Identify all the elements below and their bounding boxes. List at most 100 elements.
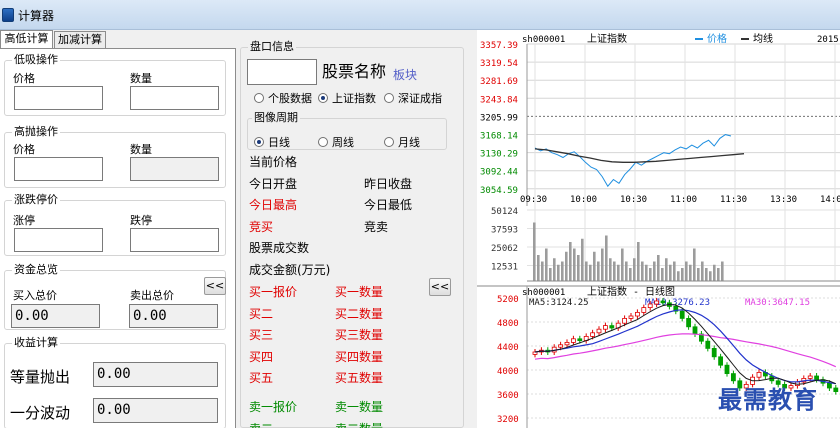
buy-level-price-label: 买四 [249, 349, 274, 364]
ma10-line [534, 309, 836, 385]
volume-bar [717, 268, 720, 281]
buy-level-qty-label: 买二数量 [335, 306, 384, 321]
volume-bar [625, 261, 628, 281]
volume-bar [649, 268, 652, 281]
legend-avg-label: 均线 [753, 32, 773, 45]
low-price-input[interactable] [14, 86, 103, 110]
volume-bar [661, 268, 664, 281]
candle-body [558, 344, 563, 348]
candle-body [634, 311, 640, 317]
price-tick-label: 3130.29 [480, 150, 518, 160]
sell-level-price-label: 卖二 [249, 422, 273, 428]
calculator-window: 计算器 高低计算 加减计算 低吸操作 价格 数量 高抛操作 价格 数量 涨跌停价… [0, 0, 840, 428]
yesterday-close-label: 昨日收盘 [364, 177, 413, 191]
sell-level-qty-label: 卖二数量 [335, 422, 383, 428]
daily-price-tick-label: 5200 [497, 295, 519, 305]
candle-body [826, 382, 832, 389]
legend-price-label: 价格 [707, 32, 727, 45]
candle-body [692, 326, 698, 335]
equal-sell-label: 等量抛出 [10, 368, 71, 386]
ma5-label: MA5:3124.25 [529, 298, 589, 308]
app-icon [2, 8, 14, 22]
quote-info-title: 盘口信息 [248, 40, 296, 54]
low-qty-input[interactable] [130, 86, 219, 110]
profit-calc-title: 收益计算 [12, 336, 60, 350]
volume-bar [693, 248, 696, 281]
volume-bar [581, 238, 584, 281]
volume-bar [653, 261, 656, 281]
volume-bar [577, 255, 580, 281]
time-tick-label: 13:30 [770, 195, 797, 205]
volume-tick-label: 12531 [491, 263, 518, 273]
limit-down-input[interactable] [130, 228, 219, 252]
daily-price-tick-label: 4400 [497, 343, 519, 353]
price-tick-label: 3168.14 [480, 132, 518, 142]
buy-level-price-label: 买五 [249, 371, 274, 385]
high-qty-label: 数量 [130, 143, 152, 156]
volume-bar [613, 261, 616, 281]
volume-bar [573, 248, 576, 281]
buy-level-price-label: 买二 [249, 306, 274, 321]
sector-link[interactable]: 板块 [393, 68, 417, 82]
candle-body [571, 338, 576, 343]
volume-bar [697, 268, 700, 281]
volume-bar [665, 258, 668, 281]
candle-body [679, 310, 685, 319]
chart-panel: sh000001 上证指数 价格 均线 2015 3357.39 3319.54 3281.6… [477, 30, 840, 428]
radio-stock-data[interactable]: 个股数据 [254, 93, 312, 105]
volume-bar [565, 251, 568, 281]
volume-bar [609, 258, 612, 281]
tab-high-low[interactable]: 高低计算 [0, 30, 53, 49]
candle-body [660, 300, 666, 304]
radio-shanghai-index[interactable]: 上证指数 [318, 93, 376, 105]
period-title: 图像周期 [252, 111, 300, 125]
watermark-text: 最需教育 [718, 385, 818, 414]
volume-bar [645, 264, 648, 281]
candle-body [628, 315, 634, 319]
buy-level-qty-label: 买三数量 [335, 328, 384, 342]
radio-monthly[interactable]: 月线 [384, 137, 420, 149]
quote-panel: 盘口信息 股票名称 板块 个股数据 上证指数 深证成指 图像周期 日线 周线 月… [236, 36, 468, 428]
volume-bar [621, 248, 624, 281]
time-tick-label: 09:30 [520, 195, 547, 205]
volume-bar [705, 268, 708, 281]
high-price-input[interactable] [14, 157, 103, 181]
volume-bar [589, 264, 592, 281]
limit-down-label: 跌停 [130, 214, 152, 227]
tick-change-field: 0.00 [93, 398, 218, 423]
legend-price-swatch [695, 38, 703, 40]
ma30-label: MA30:3647.15 [745, 298, 810, 308]
volume-bar [569, 242, 572, 281]
stock-code-input[interactable] [247, 59, 317, 85]
radio-shenzhen-index[interactable]: 深证成指 [384, 93, 442, 105]
bid-label: 竞买 [249, 220, 274, 234]
volume-tick-label: 50124 [491, 207, 518, 217]
limit-price-title: 涨跌停价 [12, 193, 60, 207]
time-tick-label: 11:30 [720, 195, 747, 205]
volume-bar [549, 268, 552, 281]
buy-level-qty-label: 买一数量 [335, 285, 384, 299]
candle-body [564, 341, 570, 346]
volume-bar [685, 261, 688, 281]
time-tick-label: 11:00 [670, 195, 697, 205]
today-high-label: 今日最高 [249, 198, 298, 212]
candle-body [596, 328, 602, 334]
limit-up-input[interactable] [14, 228, 103, 252]
high-sell-title: 高抛操作 [12, 125, 60, 139]
candle-body [705, 340, 711, 349]
candle-body [590, 332, 595, 337]
stock-name-label: 股票名称 [322, 62, 387, 81]
candle-body [711, 347, 717, 358]
volume-bar [605, 235, 608, 281]
high-qty-input[interactable] [130, 157, 219, 181]
capital-overview-title: 资金总览 [12, 263, 60, 277]
radio-weekly[interactable]: 周线 [318, 137, 354, 149]
candle-body [718, 356, 724, 366]
tab-add-subtract[interactable]: 加减计算 [54, 31, 106, 49]
today-low-label: 今日最低 [364, 198, 413, 212]
radio-daily[interactable]: 日线 [254, 137, 290, 149]
amount-label: 成交金额(万元) [249, 263, 331, 277]
tick-change-label: 一分波动 [10, 404, 71, 422]
capital-collapse-button[interactable]: << [204, 277, 226, 295]
quote-collapse-button[interactable]: << [429, 278, 451, 296]
